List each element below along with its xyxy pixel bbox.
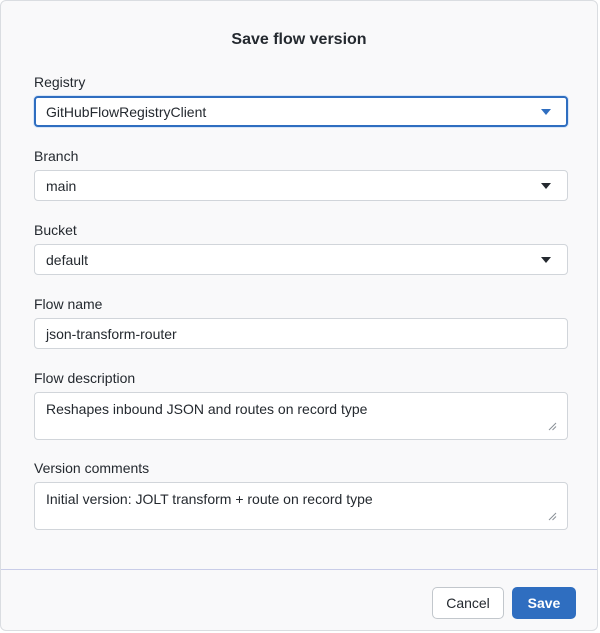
flow-name-input[interactable]: json-transform-router xyxy=(34,318,568,349)
dialog-title: Save flow version xyxy=(231,31,367,48)
flow-description-value: Reshapes inbound JSON and routes on reco… xyxy=(46,401,368,417)
bucket-selected-value: default xyxy=(46,252,89,268)
branch-label: Branch xyxy=(34,148,79,164)
flow-name-value: json-transform-router xyxy=(46,326,177,342)
registry-selected-value: GitHubFlowRegistryClient xyxy=(46,104,207,120)
resize-grip-icon[interactable] xyxy=(548,512,557,521)
version-comments-value: Initial version: JOLT transform + route … xyxy=(46,491,373,507)
cancel-button[interactable]: Cancel xyxy=(432,587,504,619)
bucket-select[interactable]: default xyxy=(34,244,568,275)
save-button[interactable]: Save xyxy=(512,587,576,619)
flow-name-label: Flow name xyxy=(34,296,103,312)
chevron-down-icon xyxy=(541,109,551,115)
branch-selected-value: main xyxy=(46,178,77,194)
version-comments-label: Version comments xyxy=(34,460,150,476)
registry-select[interactable]: GitHubFlowRegistryClient xyxy=(34,96,568,127)
registry-label: Registry xyxy=(34,74,86,90)
chevron-down-icon xyxy=(541,183,551,189)
footer-divider xyxy=(1,569,597,570)
save-flow-version-dialog: Save flow version Registry GitHubFlowReg… xyxy=(0,0,598,631)
branch-select[interactable]: main xyxy=(34,170,568,201)
bucket-label: Bucket xyxy=(34,222,77,238)
resize-grip-icon[interactable] xyxy=(548,422,557,431)
flow-description-textarea[interactable]: Reshapes inbound JSON and routes on reco… xyxy=(34,392,568,440)
chevron-down-icon xyxy=(541,257,551,263)
flow-description-label: Flow description xyxy=(34,370,136,386)
version-comments-textarea[interactable]: Initial version: JOLT transform + route … xyxy=(34,482,568,530)
